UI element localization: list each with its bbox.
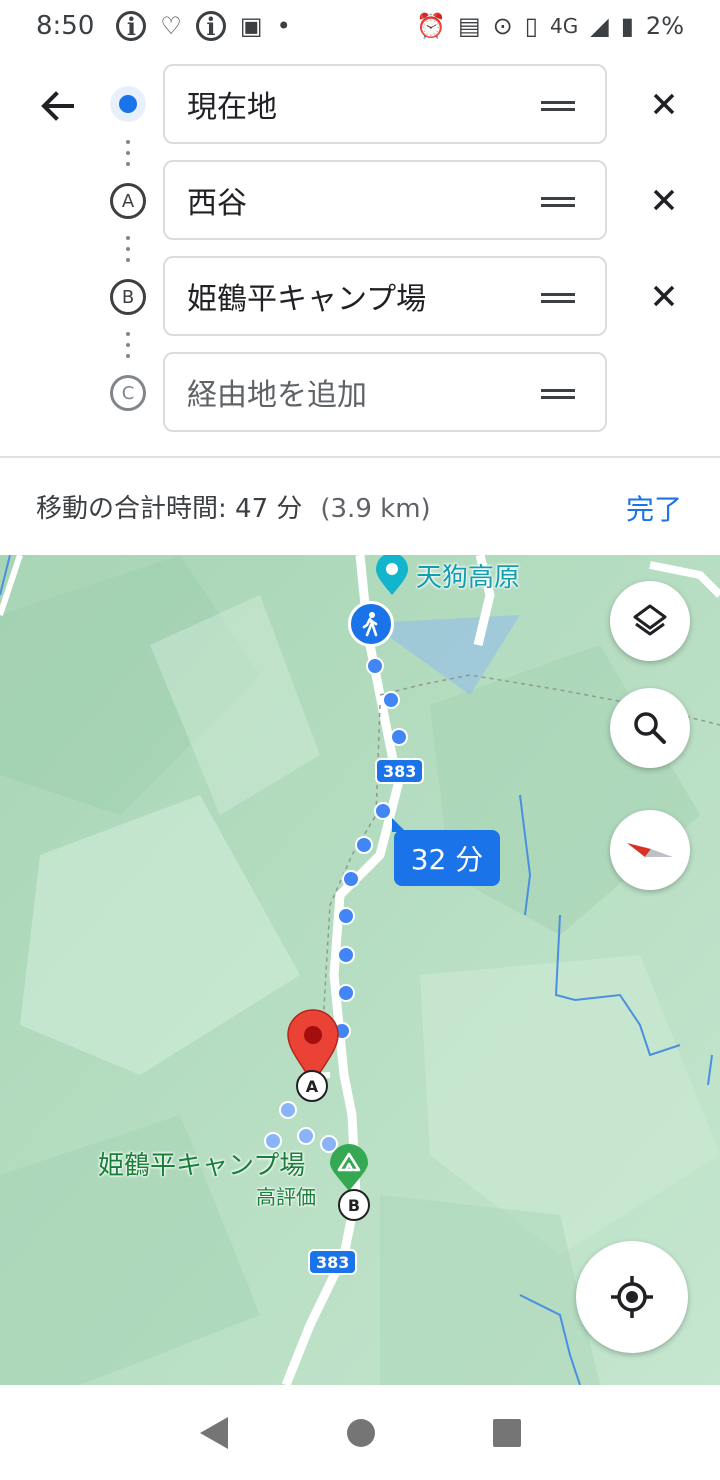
drag-handle-icon[interactable]: [541, 389, 575, 399]
more-notifications-icon: •: [276, 12, 291, 40]
place-pin-icon[interactable]: [372, 555, 412, 599]
stop-a-field-text: 西谷: [187, 186, 247, 221]
close-icon: [653, 93, 675, 115]
stop-b-field-text: 姫鶴平キャンプ場: [187, 282, 427, 317]
battery-icon: ▮: [620, 12, 634, 40]
close-icon: [653, 285, 675, 307]
divider: [0, 456, 720, 458]
app-notification-icon: ▣: [239, 12, 263, 40]
road-number-shield: 383: [308, 1249, 358, 1275]
waypoint-marker-c: C: [110, 375, 146, 411]
route-dot: [337, 984, 355, 1002]
route-dot: [337, 946, 355, 964]
search-icon: [634, 712, 666, 744]
walking-start-marker: [348, 601, 394, 647]
layers-icon: [633, 604, 667, 636]
location-icon: ⊙: [492, 12, 513, 40]
camp-rating-label: 高評価: [256, 1185, 316, 1209]
status-icons: ⏰ ▤ ⊙ ▯ 4G ◢ ▮ 2%: [416, 0, 684, 52]
route-dot: [374, 802, 392, 820]
my-location-button[interactable]: [576, 1241, 688, 1353]
close-icon: [653, 189, 675, 211]
nav-home-icon[interactable]: [346, 1418, 376, 1448]
route-dot: [342, 870, 360, 888]
place-label-tengu[interactable]: 天狗高原: [416, 557, 520, 594]
total-distance: (3.9 km): [320, 494, 431, 524]
compass-button[interactable]: [610, 810, 690, 890]
segment-time-callout[interactable]: 32 分: [392, 818, 500, 886]
route-summary: 移動の合計時間: 47 分 (3.9 km): [36, 488, 431, 525]
route-dot: [297, 1127, 315, 1145]
waypoint-marker-a: A: [110, 183, 146, 219]
drag-handle-icon[interactable]: [541, 293, 575, 303]
search-button[interactable]: [610, 688, 690, 768]
connector-dots: [126, 140, 130, 173]
add-stop-field[interactable]: 経由地を追加: [163, 352, 607, 432]
route-dot: [390, 728, 408, 746]
arrow-back-icon: [41, 91, 74, 121]
nav-recents-icon[interactable]: [492, 1418, 522, 1448]
status-time: 8:50: [36, 11, 95, 41]
info-icon: i: [195, 11, 226, 41]
map-marker-b[interactable]: B: [338, 1189, 370, 1221]
nav-back-icon[interactable]: [198, 1415, 230, 1451]
drag-handle-icon[interactable]: [541, 101, 575, 111]
signal-icon: ◢: [590, 12, 609, 40]
vibrate-icon: ▯: [524, 12, 538, 40]
battery-percent: 2%: [645, 12, 684, 40]
route-dot: [337, 907, 355, 925]
waypoint-marker-b: B: [110, 279, 146, 315]
info-icon: i: [116, 11, 147, 41]
done-button[interactable]: 完了: [626, 488, 682, 528]
remove-origin-button[interactable]: [648, 88, 680, 120]
origin-field-text: 現在地: [187, 90, 277, 125]
heart-icon: ♡: [160, 12, 182, 40]
add-stop-placeholder: 経由地を追加: [187, 378, 367, 413]
road-number-shield: 383: [375, 758, 425, 784]
total-time: 移動の合計時間: 47 分: [36, 494, 303, 524]
system-nav-bar: [0, 1385, 720, 1480]
network-label: 4G: [550, 14, 579, 38]
route-dot: [355, 836, 373, 854]
stop-b-field[interactable]: 姫鶴平キャンプ場: [163, 256, 607, 336]
campground-icon[interactable]: [328, 1143, 370, 1193]
back-button[interactable]: [36, 84, 80, 128]
layers-button[interactable]: [610, 581, 690, 661]
walking-person-icon: [362, 612, 378, 637]
place-label-camp[interactable]: 姫鶴平キャンプ場: [98, 1145, 305, 1182]
drag-handle-icon[interactable]: [541, 197, 575, 207]
remove-stop-b-button[interactable]: [648, 280, 680, 312]
current-location-marker: [110, 86, 146, 122]
route-dot: [279, 1101, 297, 1119]
connector-dots: [126, 236, 130, 269]
nfc-icon: ▤: [457, 12, 481, 40]
origin-field[interactable]: 現在地: [163, 64, 607, 144]
stop-a-field[interactable]: 西谷: [163, 160, 607, 240]
compass-icon: [627, 843, 673, 857]
remove-stop-a-button[interactable]: [648, 184, 680, 216]
route-dot: [366, 657, 384, 675]
route-dot: [382, 691, 400, 709]
map-marker-a[interactable]: A: [296, 1070, 328, 1102]
alarm-icon: ⏰: [416, 12, 446, 40]
connector-dots: [126, 332, 130, 365]
map-view[interactable]: 天狗高原 383 383 32 分 A B 姫鶴平キャンプ場 高評価: [0, 555, 720, 1385]
my-location-icon: [611, 1276, 653, 1318]
